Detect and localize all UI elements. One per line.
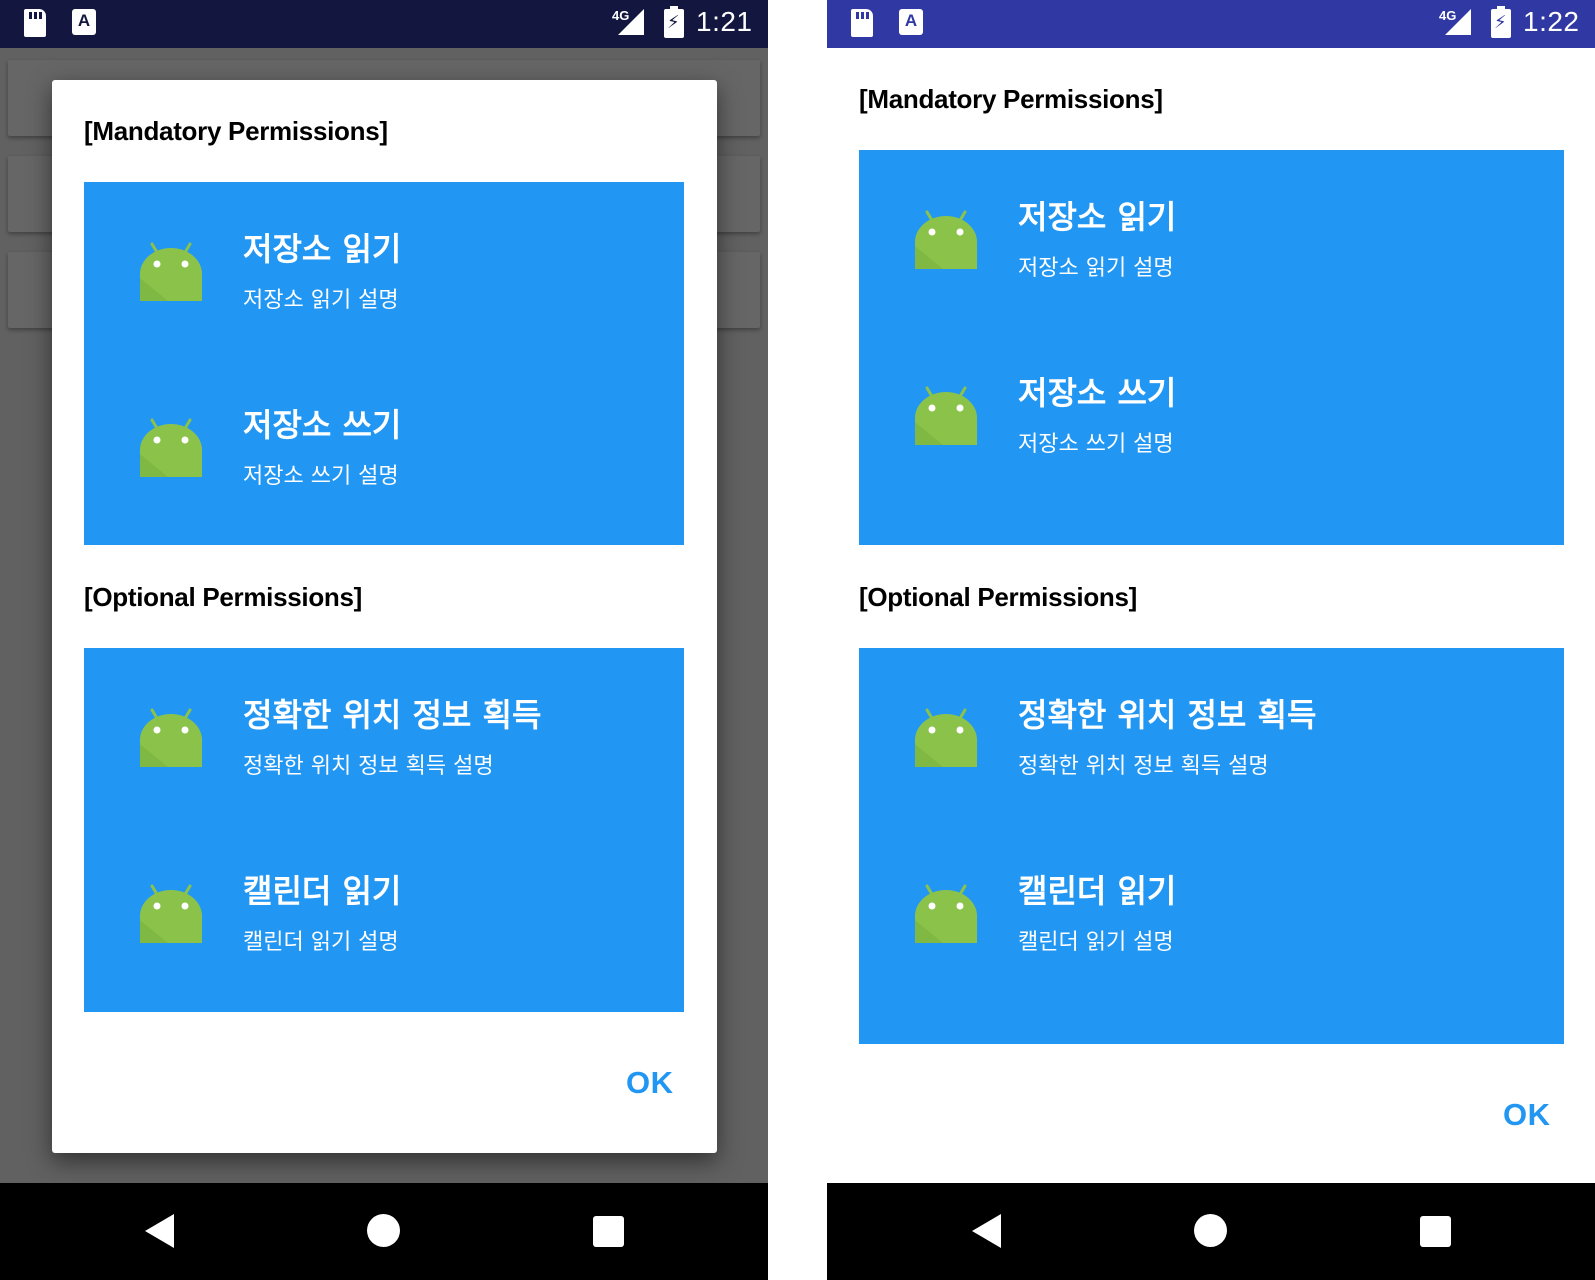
mandatory-permissions-title: [Mandatory Permissions]: [859, 84, 1163, 114]
permission-title: 캘린더 읽기: [243, 872, 402, 910]
permission-description: 저장소 읽기 설명: [243, 288, 399, 313]
android-icon: [140, 242, 202, 301]
android-icon: [140, 708, 202, 767]
clock: 1:21: [696, 6, 753, 37]
mandatory-permissions-list: 저장소 읽기 저장소 읽기 설명 저장소 쓰기 저장소 쓰기 설명: [84, 182, 684, 545]
optional-permissions-list: 정확한 위치 정보 획득 정확한 위치 정보 획득 설명 캘린더 읽기 캘린더 …: [84, 648, 684, 1012]
navigation-bar: [0, 1183, 768, 1280]
back-icon[interactable]: [972, 1214, 1001, 1248]
ok-button[interactable]: OK: [1503, 1097, 1551, 1133]
list-item[interactable]: 저장소 읽기 저장소 읽기 설명: [859, 180, 1564, 330]
permissions-dialog: [Mandatory Permissions] 저장소 읽기 저장소 읽기 설명: [52, 80, 717, 1153]
android-icon: [140, 884, 202, 943]
keyboard-a-icon: A: [899, 9, 923, 35]
ok-button[interactable]: OK: [626, 1065, 674, 1101]
list-item[interactable]: 저장소 쓰기 저장소 쓰기 설명: [859, 356, 1564, 506]
recent-apps-icon[interactable]: [1420, 1216, 1451, 1247]
android-icon: [915, 708, 977, 767]
permission-description: 정확한 위치 정보 획득 설명: [243, 754, 494, 779]
list-item[interactable]: 캘린더 읽기 캘린더 읽기 설명: [84, 854, 684, 1004]
navigation-bar: [827, 1183, 1595, 1280]
battery-charging-icon: ⚡: [1491, 6, 1511, 38]
sd-card-icon: [24, 9, 46, 37]
list-item[interactable]: 정확한 위치 정보 획득 정확한 위치 정보 획득 설명: [84, 678, 684, 828]
keyboard-a-icon: A: [72, 9, 96, 35]
permission-title: 저장소 쓰기: [1018, 374, 1177, 412]
status-bar: A 4G ⚡ 1:21: [0, 0, 768, 48]
permission-description: 저장소 쓰기 설명: [1018, 432, 1174, 457]
android-icon: [140, 418, 202, 477]
android-icon: [915, 884, 977, 943]
optional-permissions-title: [Optional Permissions]: [84, 582, 363, 612]
list-item[interactable]: 캘린더 읽기 캘린더 읽기 설명: [859, 854, 1564, 1004]
optional-permissions-title: [Optional Permissions]: [859, 582, 1138, 612]
permission-title: 정확한 위치 정보 획득: [243, 696, 542, 734]
sd-card-icon: [851, 9, 873, 37]
permission-description: 저장소 쓰기 설명: [243, 464, 399, 489]
right-phone-screen: A 4G ⚡ 1:22 [Mandatory Permissions] 저장소 …: [827, 0, 1595, 1280]
back-icon[interactable]: [145, 1214, 174, 1248]
permission-title: 캘린더 읽기: [1018, 872, 1177, 910]
home-icon[interactable]: [1194, 1214, 1227, 1247]
signal-icon: [618, 9, 644, 35]
permission-title: 저장소 쓰기: [243, 406, 402, 444]
list-item[interactable]: 저장소 읽기 저장소 읽기 설명: [84, 212, 684, 362]
mandatory-permissions-list: 저장소 읽기 저장소 읽기 설명 저장소 쓰기 저장소 쓰기 설명: [859, 150, 1564, 545]
recent-apps-icon[interactable]: [593, 1216, 624, 1247]
status-bar: A 4G ⚡ 1:22: [827, 0, 1595, 48]
android-icon: [915, 210, 977, 269]
list-item[interactable]: 정확한 위치 정보 획득 정확한 위치 정보 획득 설명: [859, 678, 1564, 828]
home-icon[interactable]: [367, 1214, 400, 1247]
optional-permissions-list: 정확한 위치 정보 획득 정확한 위치 정보 획득 설명 캘린더 읽기 캘린더 …: [859, 648, 1564, 1044]
mandatory-permissions-title: [Mandatory Permissions]: [84, 116, 388, 146]
permission-title: 저장소 읽기: [1018, 198, 1177, 236]
clock: 1:22: [1523, 6, 1580, 37]
permission-description: 캘린더 읽기 설명: [1018, 930, 1174, 955]
permission-description: 저장소 읽기 설명: [1018, 256, 1174, 281]
permission-description: 캘린더 읽기 설명: [243, 930, 399, 955]
list-item[interactable]: 저장소 쓰기 저장소 쓰기 설명: [84, 388, 684, 538]
left-phone-screen: A 4G ⚡ 1:21 [Mandatory Permissions] 저장소 …: [0, 0, 768, 1280]
permission-description: 정확한 위치 정보 획득 설명: [1018, 754, 1269, 779]
permission-title: 저장소 읽기: [243, 230, 402, 268]
battery-charging-icon: ⚡: [664, 6, 684, 38]
permission-title: 정확한 위치 정보 획득: [1018, 696, 1317, 734]
signal-icon: [1445, 9, 1471, 35]
android-icon: [915, 386, 977, 445]
